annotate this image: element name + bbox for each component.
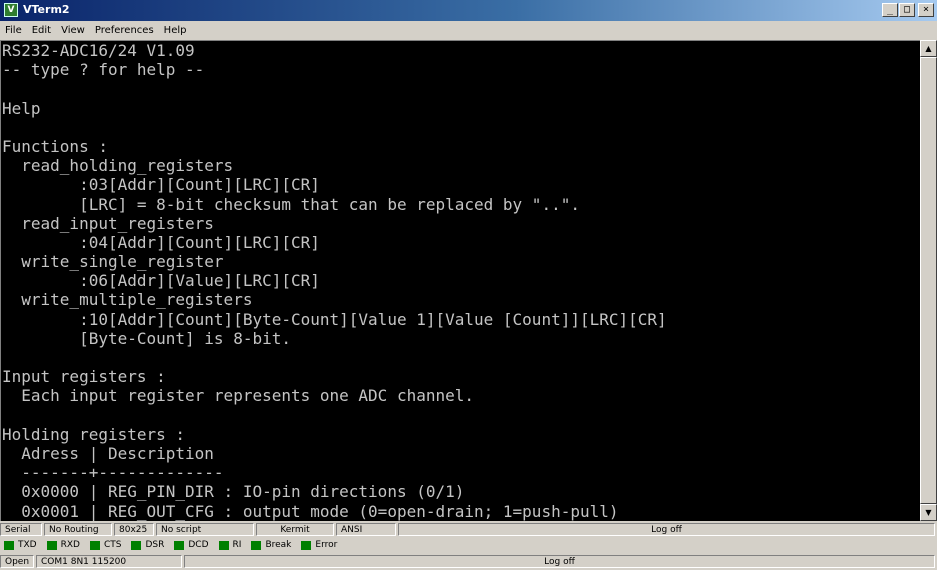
signal-ri: RI	[218, 540, 242, 550]
connection-port: COM1 8N1 115200	[36, 555, 182, 568]
scroll-thumb[interactable]	[920, 57, 937, 504]
led-indicator-icon	[251, 540, 262, 550]
signal-label: Error	[315, 540, 338, 550]
minimize-button[interactable]: _	[882, 3, 898, 17]
signal-label: CTS	[103, 540, 122, 550]
terminal-line: -------+-------------	[2, 463, 224, 483]
menu-preferences[interactable]: Preferences	[90, 25, 159, 36]
terminal-line: :06[Addr][Value][LRC][CR]	[2, 271, 320, 291]
signal-dcd: DCD	[174, 540, 209, 550]
status-emulation: ANSI	[336, 522, 396, 536]
led-indicator-icon	[174, 540, 185, 550]
terminal-line: Help	[2, 98, 41, 118]
window-title: VTerm2	[23, 3, 70, 16]
status-bar-settings: Serial No Routing 80x25 No script Kermit…	[0, 521, 937, 537]
led-indicator-icon	[4, 540, 14, 550]
signal-indicators: TXD RXD CTS DSR DCD RI Break Error	[0, 537, 937, 553]
led-indicator-icon	[46, 540, 57, 550]
terminal-line: Adress | Description	[2, 443, 214, 463]
terminal-line: 0x0001 | REG_OUT_CFG : output mode (0=op…	[2, 501, 619, 521]
signal-label: RXD	[60, 540, 80, 550]
status-bar-connection: Open COM1 8N1 115200 Log off	[0, 553, 937, 570]
terminal-line: read_input_registers	[2, 213, 214, 233]
led-indicator-icon	[89, 540, 100, 550]
terminal-line: -- type ? for help --	[2, 60, 205, 80]
status-size: 80x25	[114, 522, 154, 536]
terminal-line: write_multiple_registers	[2, 290, 253, 310]
menu-help[interactable]: Help	[159, 25, 192, 36]
arrow-up-icon: ▲	[925, 44, 932, 53]
terminal-line: read_holding_registers	[2, 156, 234, 176]
terminal-line: Input registers :	[2, 367, 166, 387]
led-indicator-icon	[218, 540, 229, 550]
status-script: No script	[156, 522, 254, 536]
signal-label: TXD	[18, 540, 37, 550]
terminal-line: Functions :	[2, 136, 108, 156]
signal-label: DCD	[188, 540, 209, 550]
signal-rxd: RXD	[46, 540, 80, 550]
menu-file[interactable]: File	[0, 25, 27, 36]
terminal-line: Holding registers :	[2, 424, 186, 444]
vertical-scrollbar[interactable]: ▲ ▼	[920, 40, 937, 521]
signal-cts: CTS	[89, 540, 122, 550]
status-protocol: Kermit	[256, 522, 334, 536]
signal-error: Error	[301, 540, 337, 550]
menu-view[interactable]: View	[56, 25, 90, 36]
terminal-line: :10[Addr][Count][Byte-Count][Value 1][Va…	[2, 309, 667, 329]
terminal-line: write_single_register	[2, 252, 224, 272]
led-indicator-icon	[301, 540, 312, 550]
scroll-up-button[interactable]: ▲	[920, 40, 937, 57]
terminal-line: [Byte-Count] is 8-bit.	[2, 328, 291, 348]
arrow-down-icon: ▼	[925, 508, 932, 517]
terminal-line: :04[Addr][Count][LRC][CR]	[2, 232, 320, 252]
signal-label: DSR	[145, 540, 165, 550]
terminal-line: Each input register represents one ADC c…	[2, 386, 475, 406]
terminal-line: 0x0000 | REG_PIN_DIR : IO-pin directions…	[2, 482, 465, 502]
menu-edit[interactable]: Edit	[27, 25, 56, 36]
signal-txd: TXD	[4, 540, 37, 550]
signal-label: Break	[265, 540, 292, 550]
window-controls: _ □ ×	[882, 3, 934, 17]
menu-bar: File Edit View Preferences Help	[0, 21, 937, 40]
terminal-line: :03[Addr][Count][LRC][CR]	[2, 175, 320, 195]
scroll-down-button[interactable]: ▼	[920, 504, 937, 521]
terminal-line: RS232-ADC16/24 V1.09	[2, 41, 195, 60]
title-bar: V VTerm2 _ □ ×	[0, 0, 937, 21]
status-mode: Serial	[0, 522, 42, 536]
signal-dsr: DSR	[131, 540, 164, 550]
connection-log: Log off	[184, 555, 935, 568]
signal-break: Break	[251, 540, 291, 550]
maximize-button[interactable]: □	[899, 3, 915, 17]
connection-state: Open	[0, 555, 34, 568]
signal-label: RI	[232, 540, 242, 550]
status-routing: No Routing	[44, 522, 112, 536]
close-button[interactable]: ×	[918, 3, 934, 17]
terminal-line: [LRC] = 8-bit checksum that can be repla…	[2, 194, 580, 214]
status-log: Log off	[398, 522, 935, 536]
led-indicator-icon	[131, 540, 142, 550]
terminal-screen[interactable]: RS232-ADC16/24 V1.09 -- type ? for help …	[0, 40, 920, 521]
app-icon: V	[4, 3, 18, 17]
